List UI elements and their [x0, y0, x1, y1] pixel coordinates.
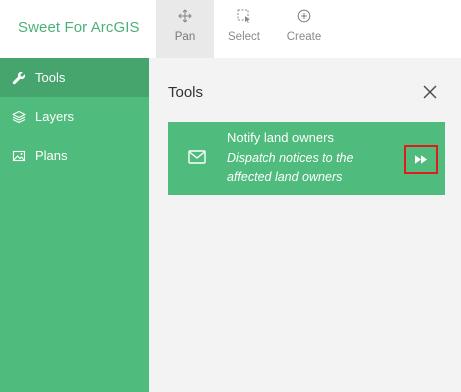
pan-tool-label: Pan: [174, 31, 196, 43]
select-cursor-icon: [237, 9, 250, 23]
panel-title: Tools: [168, 84, 204, 101]
top-bar: Sweet For ArcGIS Pan Select Create: [0, 0, 461, 58]
app-title: Sweet For ArcGIS: [18, 19, 140, 36]
layers-icon: [12, 110, 26, 124]
close-icon[interactable]: [422, 84, 438, 100]
sidebar-item-layers[interactable]: Layers: [0, 97, 149, 136]
pan-tool-button[interactable]: Pan: [156, 0, 214, 58]
sidebar-item-tools[interactable]: Tools: [0, 58, 149, 97]
sidebar-item-label: Tools: [35, 70, 66, 85]
sidebar: Tools Layers Plans: [0, 58, 149, 392]
fast-forward-icon: [415, 155, 427, 164]
plus-circle-icon: [297, 9, 311, 23]
create-tool-label: Create: [286, 31, 322, 43]
select-tool-button[interactable]: Select: [215, 0, 273, 58]
mail-icon: [188, 150, 206, 164]
move-icon: [178, 9, 192, 23]
tool-card-title: Notify land owners: [227, 130, 334, 145]
select-tool-label: Select: [228, 31, 260, 43]
tool-card-notify-land-owners[interactable]: Notify land owners Dispatch notices to t…: [168, 122, 445, 195]
sidebar-item-label: Plans: [35, 148, 68, 163]
sidebar-item-label: Layers: [35, 109, 75, 124]
image-icon: [12, 149, 26, 163]
run-tool-button[interactable]: [404, 145, 438, 174]
sidebar-item-plans[interactable]: Plans: [0, 136, 149, 175]
create-tool-button[interactable]: Create: [275, 0, 333, 58]
wrench-icon: [12, 71, 26, 85]
tools-panel: Tools Notify land owners Dispatch notice…: [149, 58, 461, 392]
tool-card-description: Dispatch notices to the affected land ow…: [227, 151, 354, 184]
